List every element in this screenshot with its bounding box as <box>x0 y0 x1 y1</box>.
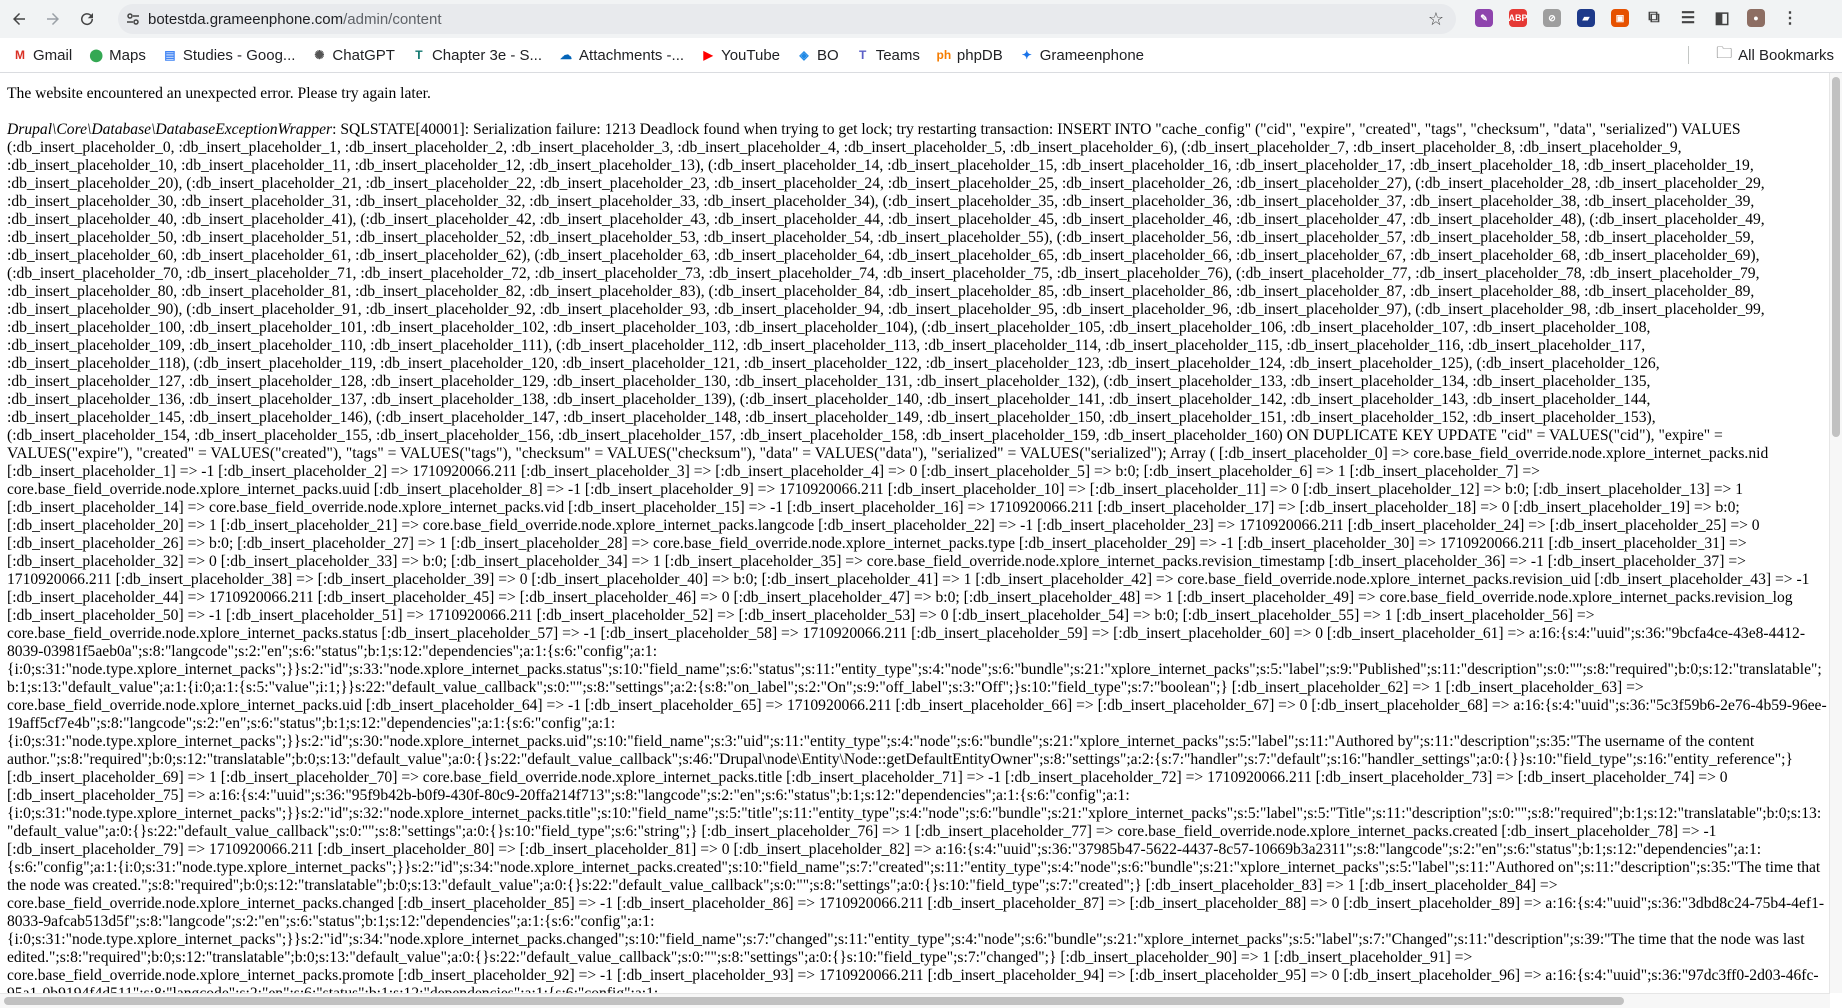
bookmark-bo[interactable]: ◈ BO <box>792 41 843 69</box>
back-arrow-icon[interactable] <box>4 4 34 34</box>
bookmark-grameenphone[interactable]: ✦ Grameenphone <box>1015 41 1148 69</box>
onedrive-icon: ☁ <box>560 48 573 62</box>
teams-icon: T <box>859 48 867 62</box>
adblock-extension-icon[interactable]: ABP <box>1504 4 1532 32</box>
bookmark-label: YouTube <box>721 46 781 64</box>
vertical-scrollbar-thumb[interactable] <box>1832 77 1840 437</box>
all-bookmarks-button[interactable]: 🗀 All Bookmarks <box>1716 41 1834 69</box>
menu-kebab-icon-glyph: ⋮ <box>1782 10 1798 27</box>
side-panel-icon[interactable]: ◧ <box>1708 4 1736 32</box>
bookmark-studies-goog[interactable]: ▤ Studies - Goog... <box>158 41 300 69</box>
bookmark-label: ChatGPT <box>332 46 395 64</box>
address-bar[interactable]: botestda.grameenphone.com/admin/content … <box>118 4 1456 34</box>
bookmark-attachments[interactable]: ☁ Attachments -... <box>554 41 688 69</box>
bookmark-star-icon[interactable]: ☆ <box>1428 9 1444 30</box>
bookmark-label: Maps <box>109 46 146 64</box>
site-info-icon[interactable] <box>118 11 148 27</box>
bookmark-label: Studies - Goog... <box>182 46 296 64</box>
stripe-extension-icon-glyph: ▰ <box>1577 9 1595 27</box>
pen-extension-icon-glyph: ✎ <box>1475 9 1493 27</box>
profile-avatar-icon-glyph: ● <box>1747 9 1765 27</box>
url-host: botestda.grameenphone.com <box>148 10 344 28</box>
bookmark-chatgpt[interactable]: ✺ ChatGPT <box>307 41 399 69</box>
chatgpt-icon: ✺ <box>314 48 325 62</box>
reload-icon[interactable] <box>72 4 102 34</box>
t4u-icon: T <box>415 48 423 62</box>
profile-avatar-icon[interactable]: ● <box>1742 4 1770 32</box>
bookmark-phpdb[interactable]: ph phpDB <box>932 41 1007 69</box>
url-text: botestda.grameenphone.com/admin/content <box>148 11 442 28</box>
stripe-extension-icon[interactable]: ▰ <box>1572 4 1600 32</box>
extensions-area: ✎ ABP ⊘ ▰ ▣ ⧉ ☰ ◧ ● ⋮ <box>1470 4 1804 32</box>
reading-list-icon[interactable]: ☰ <box>1674 4 1702 32</box>
bo-icon: ◈ <box>799 48 809 62</box>
bookmark-label: Grameenphone <box>1039 46 1145 64</box>
menu-kebab-icon[interactable]: ⋮ <box>1776 4 1804 32</box>
bookmark-gmail[interactable]: M Gmail <box>8 41 76 69</box>
page-content: The website encountered an unexpected er… <box>0 73 1830 993</box>
url-path: /admin/content <box>343 10 442 28</box>
puzzle-extensions-icon[interactable]: ⧉ <box>1640 4 1668 32</box>
bookmark-chapter-3e-s[interactable]: T Chapter 3e - S... <box>407 41 546 69</box>
reading-list-icon-glyph: ☰ <box>1680 10 1696 27</box>
bookmarks-divider <box>1688 46 1689 64</box>
ui-extension-icon[interactable]: ▣ <box>1606 4 1634 32</box>
forward-arrow-icon[interactable] <box>38 4 68 34</box>
horizontal-scrollbar-thumb[interactable] <box>4 997 1624 1005</box>
bookmark-maps[interactable]: ⬤ Maps <box>84 41 150 69</box>
puzzle-extensions-icon-glyph: ⧉ <box>1648 9 1660 26</box>
exception-details: Drupal\Core\Database\DatabaseExceptionWr… <box>7 121 1827 993</box>
side-panel-icon-glyph: ◧ <box>1714 10 1730 27</box>
bookmark-label: Attachments -... <box>579 46 685 64</box>
vertical-scrollbar[interactable] <box>1829 73 1842 993</box>
bookmark-label: BO <box>817 46 839 64</box>
phpdb-icon: ph <box>936 48 952 62</box>
docs-icon: ▤ <box>164 48 176 62</box>
bookmark-youtube[interactable]: ▶ YouTube <box>696 41 784 69</box>
ui-extension-icon-glyph: ▣ <box>1611 9 1629 27</box>
compass-extension-icon-glyph: ⊘ <box>1543 9 1561 27</box>
folder-icon: 🗀 <box>1716 44 1733 62</box>
bookmark-teams[interactable]: T Teams <box>851 41 924 69</box>
all-bookmarks-label: All Bookmarks <box>1738 46 1834 64</box>
pen-extension-icon[interactable]: ✎ <box>1470 4 1498 32</box>
bookmark-label: Gmail <box>33 46 73 64</box>
bookmarks-bar: M Gmail ⬤ Maps ▤ Studies - Goog... ✺ ChatGPT T Ch… <box>0 38 1842 73</box>
bookmark-label: Teams <box>875 46 920 64</box>
compass-extension-icon[interactable]: ⊘ <box>1538 4 1566 32</box>
horizontal-scrollbar[interactable] <box>0 993 1830 1008</box>
error-message: The website encountered an unexpected er… <box>7 85 431 102</box>
bookmark-label: Chapter 3e - S... <box>431 46 543 64</box>
adblock-extension-icon-glyph: ABP <box>1509 9 1528 27</box>
grameenphone-icon: ✦ <box>1021 48 1032 62</box>
youtube-icon: ▶ <box>703 48 713 62</box>
bookmark-label: phpDB <box>956 46 1003 64</box>
maps-icon: ⬤ <box>89 48 103 62</box>
exception-text: : SQLSTATE[40001]: Serialization failure… <box>7 121 1827 993</box>
browser-toolbar: botestda.grameenphone.com/admin/content … <box>0 0 1842 38</box>
exception-class: Drupal\Core\Database\DatabaseExceptionWr… <box>7 121 333 138</box>
gmail-icon: M <box>15 48 25 62</box>
